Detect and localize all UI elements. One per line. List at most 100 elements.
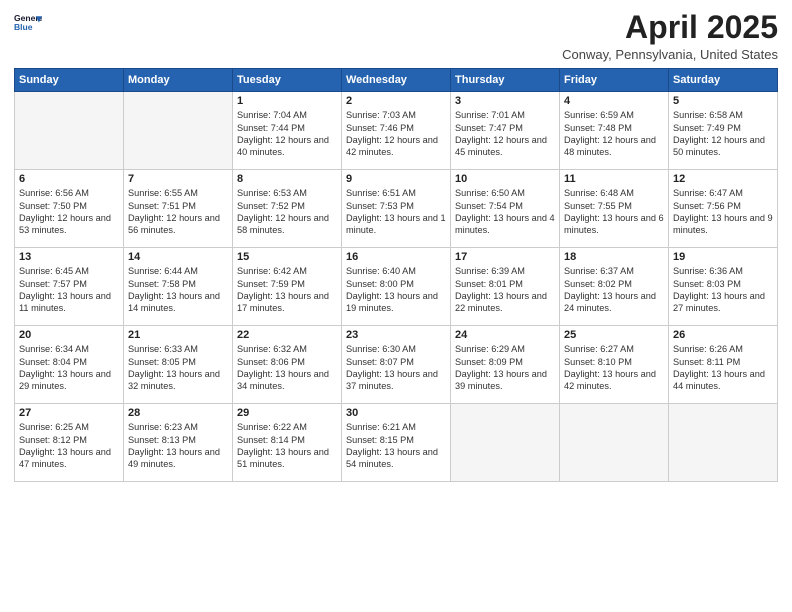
day-detail: Sunrise: 6:23 AMSunset: 8:13 PMDaylight:… bbox=[128, 421, 228, 471]
day-detail: Sunrise: 6:53 AMSunset: 7:52 PMDaylight:… bbox=[237, 187, 337, 237]
calendar-cell: 25 Sunrise: 6:27 AMSunset: 8:10 PMDayligh… bbox=[560, 326, 669, 404]
day-detail: Sunrise: 6:48 AMSunset: 7:55 PMDaylight:… bbox=[564, 187, 664, 237]
day-number: 8 bbox=[237, 173, 337, 185]
calendar-cell: 17 Sunrise: 6:39 AMSunset: 8:01 PMDayligh… bbox=[451, 248, 560, 326]
calendar-cell: 5 Sunrise: 6:58 AMSunset: 7:49 PMDaylight… bbox=[669, 92, 778, 170]
page: General Blue April 2025 Conway, Pennsylv… bbox=[0, 0, 792, 612]
calendar-cell: 11Sunrise: 6:48 AMSunset: 7:55 PMDayligh… bbox=[560, 170, 669, 248]
day-number: 27 bbox=[19, 407, 119, 419]
calendar-cell: 3Sunrise: 7:01 AMSunset: 7:47 PMDaylight… bbox=[451, 92, 560, 170]
day-detail: Sunrise: 7:04 AMSunset: 7:44 PMDaylight:… bbox=[237, 109, 337, 159]
day-detail: Sunrise: 6:40 AMSunset: 8:00 PMDaylight:… bbox=[346, 265, 446, 315]
day-detail: Sunrise: 6:42 AMSunset: 7:59 PMDaylight:… bbox=[237, 265, 337, 315]
calendar-cell: 22Sunrise: 6:32 AMSunset: 8:06 PMDayligh… bbox=[233, 326, 342, 404]
day-detail: Sunrise: 6:39 AMSunset: 8:01 PMDaylight:… bbox=[455, 265, 555, 315]
day-detail: Sunrise: 7:03 AMSunset: 7:46 PMDaylight:… bbox=[346, 109, 446, 159]
day-detail: Sunrise: 6:25 AMSunset: 8:12 PMDaylight:… bbox=[19, 421, 119, 471]
calendar-cell bbox=[124, 92, 233, 170]
day-number: 25 bbox=[564, 329, 664, 341]
day-detail: Sunrise: 6:21 AMSunset: 8:15 PMDaylight:… bbox=[346, 421, 446, 471]
calendar-cell: 24Sunrise: 6:29 AMSunset: 8:09 PMDayligh… bbox=[451, 326, 560, 404]
day-number: 18 bbox=[564, 251, 664, 263]
calendar-cell bbox=[560, 404, 669, 482]
calendar-cell: 1 Sunrise: 7:04 AMSunset: 7:44 PMDaylight… bbox=[233, 92, 342, 170]
day-number: 2 bbox=[346, 95, 446, 107]
calendar-week-row: 20 Sunrise: 6:34 AMSunset: 8:04 PMDayligh… bbox=[15, 326, 778, 404]
calendar-cell: 19Sunrise: 6:36 AMSunset: 8:03 PMDayligh… bbox=[669, 248, 778, 326]
day-number: 22 bbox=[237, 329, 337, 341]
calendar-cell bbox=[451, 404, 560, 482]
calendar-cell: 26 Sunrise: 6:26 AMSunset: 8:11 PMDayligh… bbox=[669, 326, 778, 404]
header: General Blue April 2025 Conway, Pennsylv… bbox=[14, 10, 778, 62]
calendar-cell: 9Sunrise: 6:51 AMSunset: 7:53 PMDaylight… bbox=[342, 170, 451, 248]
day-number: 28 bbox=[128, 407, 228, 419]
day-number: 17 bbox=[455, 251, 555, 263]
calendar-cell: 14Sunrise: 6:44 AMSunset: 7:58 PMDayligh… bbox=[124, 248, 233, 326]
calendar-cell: 8 Sunrise: 6:53 AMSunset: 7:52 PMDaylight… bbox=[233, 170, 342, 248]
calendar-cell: 29 Sunrise: 6:22 AMSunset: 8:14 PMDayligh… bbox=[233, 404, 342, 482]
calendar-week-row: 27 Sunrise: 6:25 AMSunset: 8:12 PMDayligh… bbox=[15, 404, 778, 482]
weekday-header: Saturday bbox=[669, 69, 778, 92]
day-number: 26 bbox=[673, 329, 773, 341]
day-detail: Sunrise: 6:27 AMSunset: 8:10 PMDaylight:… bbox=[564, 343, 664, 393]
calendar-cell: 21 Sunrise: 6:33 AMSunset: 8:05 PMDayligh… bbox=[124, 326, 233, 404]
day-detail: Sunrise: 6:47 AMSunset: 7:56 PMDaylight:… bbox=[673, 187, 773, 237]
day-number: 6 bbox=[19, 173, 119, 185]
day-number: 15 bbox=[237, 251, 337, 263]
day-number: 4 bbox=[564, 95, 664, 107]
location: Conway, Pennsylvania, United States bbox=[562, 47, 778, 62]
calendar: SundayMondayTuesdayWednesdayThursdayFrid… bbox=[14, 68, 778, 482]
calendar-cell: 10 Sunrise: 6:50 AMSunset: 7:54 PMDayligh… bbox=[451, 170, 560, 248]
day-number: 9 bbox=[346, 173, 446, 185]
calendar-cell: 30 Sunrise: 6:21 AMSunset: 8:15 PMDayligh… bbox=[342, 404, 451, 482]
day-number: 30 bbox=[346, 407, 446, 419]
day-number: 20 bbox=[19, 329, 119, 341]
weekday-header: Friday bbox=[560, 69, 669, 92]
day-detail: Sunrise: 6:58 AMSunset: 7:49 PMDaylight:… bbox=[673, 109, 773, 159]
day-number: 29 bbox=[237, 407, 337, 419]
day-number: 23 bbox=[346, 329, 446, 341]
calendar-cell: 16 Sunrise: 6:40 AMSunset: 8:00 PMDayligh… bbox=[342, 248, 451, 326]
weekday-header: Monday bbox=[124, 69, 233, 92]
calendar-cell: 4Sunrise: 6:59 AMSunset: 7:48 PMDaylight… bbox=[560, 92, 669, 170]
day-number: 7 bbox=[128, 173, 228, 185]
month-title: April 2025 bbox=[562, 10, 778, 45]
day-detail: Sunrise: 6:50 AMSunset: 7:54 PMDaylight:… bbox=[455, 187, 555, 237]
day-detail: Sunrise: 6:26 AMSunset: 8:11 PMDaylight:… bbox=[673, 343, 773, 393]
day-number: 10 bbox=[455, 173, 555, 185]
day-detail: Sunrise: 6:33 AMSunset: 8:05 PMDaylight:… bbox=[128, 343, 228, 393]
day-number: 5 bbox=[673, 95, 773, 107]
day-detail: Sunrise: 6:56 AMSunset: 7:50 PMDaylight:… bbox=[19, 187, 119, 237]
calendar-cell: 2 Sunrise: 7:03 AMSunset: 7:46 PMDaylight… bbox=[342, 92, 451, 170]
day-number: 21 bbox=[128, 329, 228, 341]
day-number: 19 bbox=[673, 251, 773, 263]
calendar-cell: 13Sunrise: 6:45 AMSunset: 7:57 PMDayligh… bbox=[15, 248, 124, 326]
weekday-header-row: SundayMondayTuesdayWednesdayThursdayFrid… bbox=[15, 69, 778, 92]
day-number: 1 bbox=[237, 95, 337, 107]
day-detail: Sunrise: 6:34 AMSunset: 8:04 PMDaylight:… bbox=[19, 343, 119, 393]
calendar-week-row: 6 Sunrise: 6:56 AMSunset: 7:50 PMDaylight… bbox=[15, 170, 778, 248]
calendar-cell: 28 Sunrise: 6:23 AMSunset: 8:13 PMDayligh… bbox=[124, 404, 233, 482]
calendar-cell: 6 Sunrise: 6:56 AMSunset: 7:50 PMDaylight… bbox=[15, 170, 124, 248]
weekday-header: Sunday bbox=[15, 69, 124, 92]
calendar-cell: 27 Sunrise: 6:25 AMSunset: 8:12 PMDayligh… bbox=[15, 404, 124, 482]
day-detail: Sunrise: 6:45 AMSunset: 7:57 PMDaylight:… bbox=[19, 265, 119, 315]
day-detail: Sunrise: 6:30 AMSunset: 8:07 PMDaylight:… bbox=[346, 343, 446, 393]
calendar-cell: 18 Sunrise: 6:37 AMSunset: 8:02 PMDayligh… bbox=[560, 248, 669, 326]
weekday-header: Tuesday bbox=[233, 69, 342, 92]
day-detail: Sunrise: 6:37 AMSunset: 8:02 PMDaylight:… bbox=[564, 265, 664, 315]
calendar-week-row: 13Sunrise: 6:45 AMSunset: 7:57 PMDayligh… bbox=[15, 248, 778, 326]
day-number: 14 bbox=[128, 251, 228, 263]
day-detail: Sunrise: 6:29 AMSunset: 8:09 PMDaylight:… bbox=[455, 343, 555, 393]
calendar-cell: 20 Sunrise: 6:34 AMSunset: 8:04 PMDayligh… bbox=[15, 326, 124, 404]
weekday-header: Wednesday bbox=[342, 69, 451, 92]
day-number: 16 bbox=[346, 251, 446, 263]
day-detail: Sunrise: 6:22 AMSunset: 8:14 PMDaylight:… bbox=[237, 421, 337, 471]
title-block: April 2025 Conway, Pennsylvania, United … bbox=[562, 10, 778, 62]
logo-icon: General Blue bbox=[14, 10, 42, 38]
calendar-cell: 23 Sunrise: 6:30 AMSunset: 8:07 PMDayligh… bbox=[342, 326, 451, 404]
day-number: 3 bbox=[455, 95, 555, 107]
calendar-cell: 12Sunrise: 6:47 AMSunset: 7:56 PMDayligh… bbox=[669, 170, 778, 248]
calendar-week-row: 1 Sunrise: 7:04 AMSunset: 7:44 PMDaylight… bbox=[15, 92, 778, 170]
calendar-cell bbox=[669, 404, 778, 482]
